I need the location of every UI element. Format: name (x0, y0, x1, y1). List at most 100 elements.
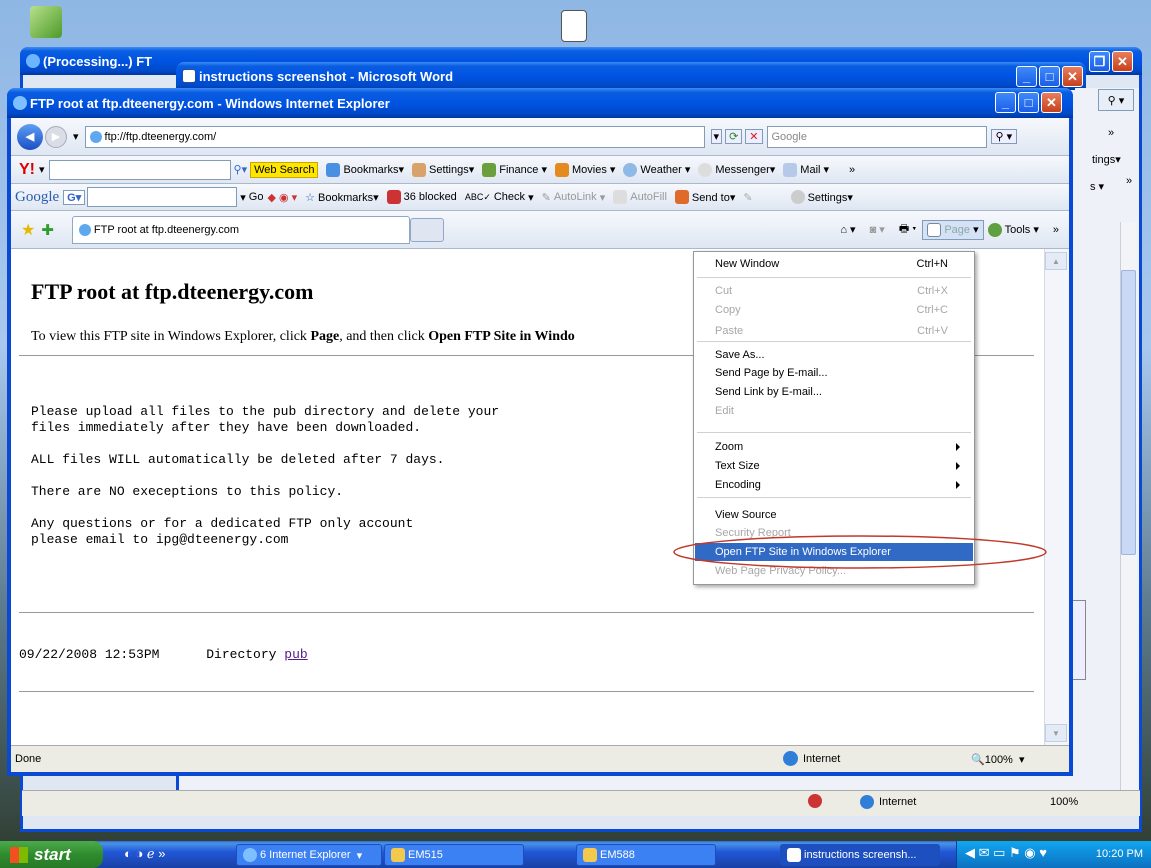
recent-pages-dropdown[interactable]: ▾ (73, 130, 79, 143)
ie-titlebar[interactable]: FTP root at ftp.dteenergy.com - Windows … (7, 88, 1073, 118)
yahoo-settings[interactable]: Settings▾ (411, 162, 475, 177)
pen-icon[interactable]: ✎ (743, 191, 752, 204)
taskbar-em515[interactable]: EM515 (384, 844, 524, 866)
close-button[interactable]: ✕ (1062, 66, 1083, 87)
back-scroll-thumb[interactable] (1121, 270, 1136, 555)
command-bar-chevron[interactable]: » (1053, 224, 1059, 236)
spellcheck-icon: ABC✓ (464, 191, 491, 202)
maximize-button[interactable]: □ (1039, 66, 1060, 87)
yahoo-search-input[interactable] (48, 159, 231, 180)
page-menu-button[interactable]: Page ▾ (922, 219, 984, 240)
back-search-button[interactable]: ⚲ ▾ (1098, 89, 1134, 111)
popup-blocked-label: 36 blocked (403, 191, 457, 203)
send-to[interactable]: Send to▾ (674, 190, 735, 204)
google-settings[interactable]: Settings▾ (790, 190, 853, 204)
yahoo-mail[interactable]: Mail ▾ (783, 162, 829, 177)
home-icon[interactable]: ⌂ ▾ (840, 223, 855, 236)
back-chevron[interactable]: » (1108, 127, 1114, 139)
pub-directory-link[interactable]: pub (284, 647, 307, 662)
popup-blocker[interactable]: 36 blocked (386, 190, 457, 204)
document-icon[interactable] (561, 10, 587, 42)
yahoo-weather[interactable]: Weather ▾ (623, 162, 690, 177)
yahoo-settings-label: Settings▾ (428, 164, 475, 176)
menu-item-new-window[interactable]: New Window Ctrl+N (715, 255, 966, 273)
gear-icon (987, 222, 1002, 237)
menu-item-label: Zoom (715, 441, 744, 453)
word-titlebar[interactable]: instructions screenshot - Microsoft Word (176, 62, 1086, 90)
tools-menu-button[interactable]: Tools ▾ (987, 222, 1039, 237)
close-button[interactable]: ✕ (1041, 92, 1062, 113)
minimize-button[interactable]: _ (1016, 66, 1037, 87)
menu-separator (697, 432, 971, 433)
yahoo-logo-icon[interactable]: Y! (19, 161, 35, 179)
yahoo-bookmarks[interactable]: Bookmarks▾ (326, 162, 404, 177)
folder-icon (391, 848, 405, 862)
zoom-control[interactable]: 🔍100% ▾ (971, 753, 1024, 766)
scroll-down-button[interactable]: ▼ (1045, 724, 1067, 742)
address-dropdown-icon[interactable]: ▾ (710, 129, 723, 144)
bookmark-icon (326, 162, 341, 177)
google-tool-icons[interactable]: ◆ ◉ ▾ (267, 191, 297, 204)
menu-item-text-size[interactable]: Text Size (715, 457, 966, 475)
taskbar-ie-label: 6 Internet Explorer (260, 849, 351, 861)
stop-icon[interactable]: ✕ (745, 129, 763, 144)
minimize-button[interactable]: _ (995, 92, 1016, 113)
yahoo-weather-label: Weather (640, 163, 682, 176)
movies-icon (554, 162, 569, 177)
back-settings-label[interactable]: tings▾ (1092, 153, 1121, 166)
google-search-input[interactable] (87, 187, 238, 207)
address-bar[interactable]: ftp://ftp.dteenergy.com/ (84, 125, 705, 148)
quick-launch-icons[interactable]: ◐ ◑ ℯ » (124, 846, 165, 862)
yahoo-search-icon[interactable]: ⚲▾ (234, 163, 248, 176)
menu-item-save-as[interactable]: Save As... (715, 346, 966, 364)
check-label: Check (493, 191, 526, 203)
feeds-icon[interactable]: ◙ ▾ (870, 223, 885, 236)
menu-item-encoding[interactable]: Encoding (715, 476, 966, 494)
menu-item-zoom[interactable]: Zoom (715, 438, 966, 456)
spell-check[interactable]: ABC✓ Check ▾ (465, 191, 534, 204)
refresh-icon[interactable]: ⟳ (725, 129, 743, 144)
close-button[interactable]: ✕ (1112, 51, 1133, 72)
google-dropdown[interactable]: ▾ (240, 191, 246, 204)
tab-ftp-root[interactable]: FTP root at ftp.dteenergy.com (71, 215, 410, 244)
tray-icons[interactable]: ◀ ✉ ▭ ⚑ ◉ ♥ (965, 845, 1047, 861)
start-button[interactable]: start (0, 841, 103, 868)
yahoo-more-chevron[interactable]: » (849, 164, 855, 176)
autolink[interactable]: ✎ AutoLink ▾ (542, 191, 606, 204)
recycle-bin-icon[interactable] (30, 6, 62, 38)
google-settings-label: Settings▾ (807, 191, 853, 204)
yahoo-web-search-button[interactable]: Web Search (250, 161, 319, 178)
search-icon[interactable]: ⚲ ▾ (990, 129, 1018, 144)
print-icon[interactable]: 🖶 ▾ (899, 220, 917, 239)
google-toolbar: Google G▾ ▾ Go ◆ ◉ ▾ ☆ Bookmarks▾ 36 bloc… (11, 184, 1069, 211)
back-zoom-label[interactable]: 100% (1050, 796, 1078, 808)
google-go-button[interactable]: Go (249, 191, 264, 203)
new-tab-button[interactable] (409, 217, 444, 242)
scroll-up-button[interactable]: ▲ (1045, 252, 1067, 270)
back-settings-label-2[interactable]: s ▾ (1090, 180, 1104, 193)
back-button[interactable]: ◀ (17, 123, 43, 150)
autofill[interactable]: AutoFill (613, 190, 667, 204)
google-logo[interactable]: Google (15, 189, 59, 206)
add-favorites-icon[interactable]: ✚ (41, 221, 54, 239)
forward-button[interactable]: ▶ (45, 125, 67, 148)
menu-item-label: View Source (715, 509, 777, 521)
menu-item-send-link-by-e-mail[interactable]: Send Link by E-mail... (715, 383, 966, 401)
menu-item-view-source[interactable]: View Source (715, 506, 966, 524)
taskbar-em588[interactable]: EM588 (576, 844, 716, 866)
google-bookmarks[interactable]: ☆ Bookmarks▾ (305, 191, 378, 204)
restore-button[interactable]: ❐ (1089, 51, 1110, 72)
taskbar-ie-group[interactable]: 6 Internet Explorer ▾ (236, 844, 382, 866)
google-g-icon[interactable]: G▾ (63, 189, 86, 205)
taskbar-word[interactable]: instructions screensh... (780, 844, 940, 866)
yahoo-messenger[interactable]: Messenger▾ (698, 162, 775, 177)
yahoo-finance[interactable]: Finance ▾ (482, 162, 547, 177)
back-chevron-2[interactable]: » (1126, 175, 1132, 187)
search-input[interactable]: Google (766, 125, 987, 148)
favorites-star-icon[interactable]: ★ (21, 220, 35, 240)
finance-icon (482, 162, 497, 177)
vertical-scrollbar[interactable] (1044, 249, 1069, 745)
maximize-button[interactable]: □ (1018, 92, 1039, 113)
yahoo-movies[interactable]: Movies ▾ (554, 162, 615, 177)
menu-item-send-page-by-e-mail[interactable]: Send Page by E-mail... (715, 364, 966, 382)
